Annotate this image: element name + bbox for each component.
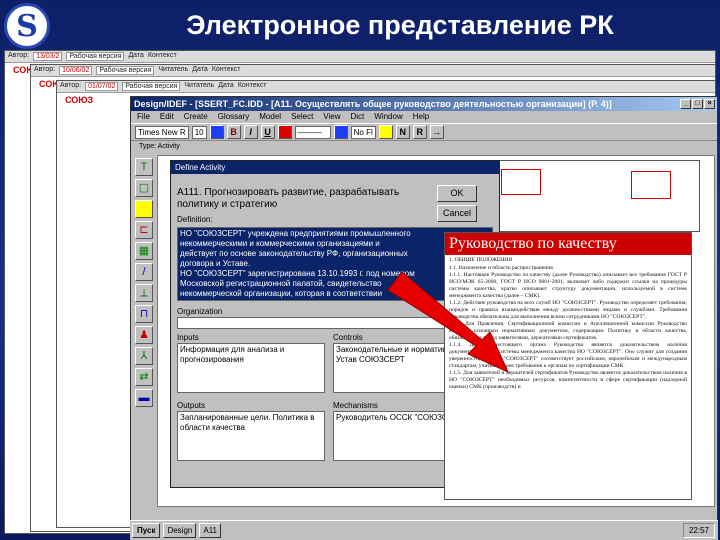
app-title-bar[interactable]: Design/IDEF - [SSERT_FC.IDD - [A11. Осущ… [131, 97, 717, 111]
branch-tool-icon[interactable]: ⟂ [135, 284, 153, 302]
author-label: Автор: [60, 82, 82, 89]
font-select[interactable]: Times New R [135, 125, 189, 139]
table-tool-icon[interactable]: ▦ [135, 242, 153, 260]
ok-button[interactable]: OK [437, 185, 477, 202]
taskbar-app[interactable]: Design [163, 523, 197, 538]
manual-paragraph: 1.1.3. Для Правления, Сертификационной к… [449, 321, 687, 341]
diagram-box [501, 169, 541, 195]
slide-title: Электронное представление РК [186, 10, 614, 40]
taskbar-app[interactable]: A11 [199, 523, 221, 538]
style-select[interactable]: No Fl [350, 125, 376, 139]
box-tool-icon[interactable]: ▢ [135, 179, 153, 197]
organization-label: Organization [177, 307, 223, 316]
flow-tool-icon[interactable]: ⇄ [135, 368, 153, 386]
author-label: Автор: [34, 66, 56, 73]
author-label: Автор: [8, 52, 30, 59]
fork-tool-icon[interactable]: ⅄ [135, 347, 153, 365]
controls-label: Controls [333, 333, 363, 342]
window-header-bar: Автор: 13/03/2 Рабочая версия Дата Конте… [5, 51, 715, 63]
dialog-title: Define Activity [175, 163, 226, 172]
manual-paragraph: 1.1.5. Для заявителей и держателей серти… [449, 370, 687, 390]
window-heading: СОЮЗ [65, 95, 94, 105]
menu-help[interactable]: Help [413, 111, 429, 123]
date-value: 10/06/02 [59, 66, 93, 75]
inputs-field[interactable]: Информация для анализа и прогнозирования [177, 343, 325, 393]
list-label: Читатель [158, 66, 189, 73]
context-label: Контекст [237, 82, 267, 89]
person-tool-icon[interactable]: ♟ [135, 326, 153, 344]
menu-model[interactable]: Model [259, 111, 281, 123]
menu-window[interactable]: Window [374, 111, 402, 123]
menu-view[interactable]: View [323, 111, 340, 123]
quality-manual-window[interactable]: Руководство по качеству 1. ОБЩИЕ ПОЛОЖЕН… [444, 232, 692, 500]
chart-tool-icon[interactable]: ▬ [135, 389, 153, 407]
definition-label: Definition: [177, 215, 213, 224]
start-button[interactable]: Пуск [132, 523, 161, 538]
list-label: Читатель [184, 82, 215, 89]
manual-paragraph: 1.1.4. Для вышестоящего органа Руководст… [449, 342, 687, 369]
taskbar: Пуск Design A11 22:57 [130, 520, 718, 540]
reader-value: Рабочая версия [122, 82, 181, 91]
close-icon[interactable]: × [704, 99, 715, 109]
menu-bar: File Edit Create Glossary Model Select V… [131, 111, 717, 123]
note-tool-icon[interactable] [135, 200, 153, 218]
italic-button[interactable]: I [243, 125, 258, 139]
diagram-box [631, 171, 671, 199]
activity-name: A111. Прогнозировать развитие, разрабаты… [177, 187, 400, 210]
manual-paragraph: 1.1. Назначение и область распространени… [449, 264, 553, 271]
type-indicator: Type: Activity [139, 143, 180, 150]
text-tool-icon[interactable]: T [135, 158, 153, 176]
mechanisms-label: Mechanisms [333, 401, 378, 410]
maximize-icon[interactable]: □ [692, 99, 703, 109]
manual-paragraph: 1.1.2. Действие руководства на всех служ… [449, 300, 687, 320]
line-style-select[interactable]: ——— [294, 125, 331, 139]
node-button[interactable]: N [395, 125, 410, 139]
menu-select[interactable]: Select [291, 111, 313, 123]
menu-file[interactable]: File [137, 111, 150, 123]
menu-create[interactable]: Create [184, 111, 208, 123]
app-title: Design/IDEF - [SSERT_FC.IDD - [A11. Осущ… [134, 99, 612, 109]
ref-button[interactable]: R [412, 125, 427, 139]
inputs-label: Inputs [177, 333, 199, 342]
tree-tool-icon[interactable]: ⊏ [135, 221, 153, 239]
diagram-preview-window[interactable] [480, 160, 700, 232]
reader-value: Рабочая версия [96, 66, 155, 75]
date-value: 01/07/02 [85, 82, 119, 91]
date-label: Дата [218, 82, 234, 89]
underline-button[interactable]: U [260, 125, 275, 139]
manual-paragraph: 1.1.1. Настоящее Руководство по качеству… [449, 272, 687, 299]
reader-value: Рабочая версия [66, 52, 125, 61]
company-logo: S [4, 3, 50, 49]
format-toolbar: Times New R 10 B I U ——— No Fl N R → [131, 123, 717, 141]
date-label: Дата [192, 66, 208, 73]
size-select[interactable]: 10 [191, 125, 207, 139]
line-color-button[interactable] [333, 125, 348, 139]
tool-palette: T ▢ ⊏ ▦ / ⟂ ⊓ ♟ ⅄ ⇄ ▬ [133, 155, 155, 515]
window-header-bar: Автор: 01/07/02 Рабочая версия Читатель … [57, 81, 715, 93]
menu-edit[interactable]: Edit [160, 111, 174, 123]
context-label: Контекст [211, 66, 241, 73]
quality-manual-title: Руководство по качеству [445, 233, 691, 255]
outputs-field[interactable]: Запланированные цели. Политика в области… [177, 411, 325, 461]
quality-manual-text: 1. ОБЩИЕ ПОЛОЖЕНИЯ 1.1. Назначение и обл… [445, 255, 691, 393]
text-color-button[interactable] [378, 125, 393, 139]
clock: 22:57 [682, 523, 715, 538]
menu-glossary[interactable]: Glossary [218, 111, 250, 123]
manual-paragraph: 1. ОБЩИЕ ПОЛОЖЕНИЯ [449, 257, 513, 263]
menu-dict[interactable]: Dict [351, 111, 365, 123]
color-button[interactable] [209, 125, 224, 139]
fill-color-button[interactable] [277, 125, 292, 139]
cancel-button[interactable]: Cancel [437, 205, 477, 222]
minimize-icon[interactable]: _ [680, 99, 691, 109]
join-tool-icon[interactable]: ⊓ [135, 305, 153, 323]
bold-button[interactable]: B [226, 125, 241, 139]
line-tool-icon[interactable]: / [135, 263, 153, 281]
window-header-bar: Автор: 10/06/02 Рабочая версия Читатель … [31, 65, 715, 77]
date-label: Дата [128, 52, 144, 59]
date-value: 13/03/2 [33, 52, 63, 61]
dialog-title-bar[interactable]: Define Activity [171, 161, 499, 174]
context-label: Контекст [147, 52, 177, 59]
arrow-tool-icon[interactable]: → [429, 125, 444, 139]
outputs-label: Outputs [177, 401, 206, 410]
